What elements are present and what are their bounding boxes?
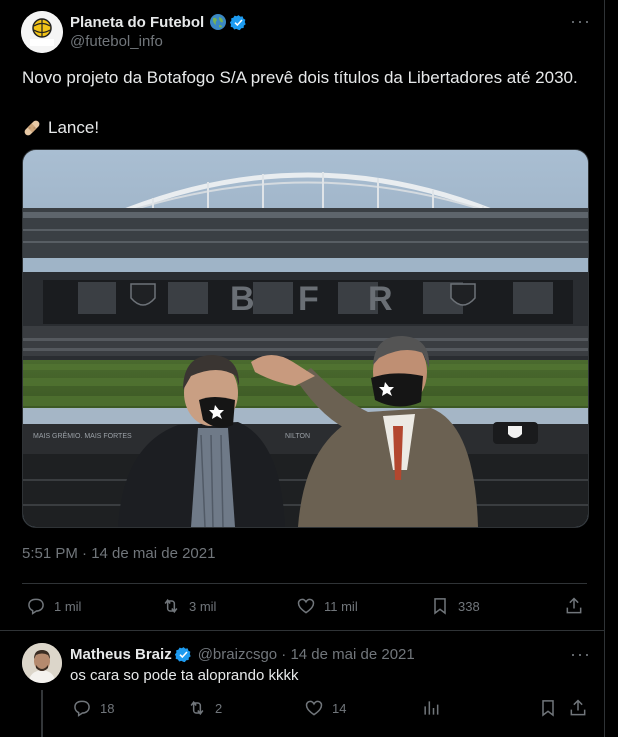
reply-button[interactable]: 1 mil: [26, 596, 81, 616]
retweet-icon: [190, 700, 204, 716]
reply-icon: [28, 598, 44, 615]
reply-views-button[interactable]: [421, 698, 441, 718]
bookmark-icon: [434, 598, 446, 615]
tweet-image[interactable]: B F R MAIS GRÊMIO. MAIS FORTES NILTON: [22, 149, 589, 528]
reply-share-button[interactable]: [568, 698, 588, 718]
verified-badge-icon: [174, 647, 191, 663]
reply-retweet-button[interactable]: 2: [187, 698, 222, 718]
heart-icon: [297, 598, 315, 614]
reply-icon: [74, 700, 90, 717]
stadium-letter-f: F: [298, 280, 319, 318]
divider: [22, 583, 587, 584]
like-count: 11 mil: [324, 598, 358, 614]
tweet-timestamp[interactable]: 5:51 PM · 14 de mai de 2021: [22, 545, 215, 562]
board-sign-left: MAIS GRÊMIO. MAIS FORTES: [33, 431, 132, 440]
thread-line: [41, 690, 43, 737]
retweet-icon: [164, 598, 178, 614]
share-icon: [566, 597, 582, 614]
globe-icon: [209, 13, 227, 31]
views-chart-icon: [424, 701, 439, 715]
like-button[interactable]: 11 mil: [296, 596, 358, 616]
reply-count: 1 mil: [54, 598, 82, 614]
bookmark-button[interactable]: 338: [430, 596, 480, 616]
reply-reply-button[interactable]: 18: [72, 698, 114, 718]
reply-like-count: 14: [332, 700, 347, 716]
stadium-letter-r: R: [368, 280, 393, 318]
verified-badge-icon: [230, 14, 246, 30]
stadium-photo: B F R MAIS GRÊMIO. MAIS FORTES NILTON: [23, 150, 588, 527]
divider: [0, 630, 604, 631]
reply-text: os cara so pode ta aloprando kkkk: [70, 667, 299, 684]
reply-author-name[interactable]: Matheus Braiz: [70, 646, 172, 663]
stadium-letter-b: B: [230, 280, 255, 318]
more-options-icon[interactable]: ···: [570, 12, 591, 30]
board-sign-right: NILTON: [285, 433, 310, 440]
reply-handle-date[interactable]: @braizcsgo · 14 de mai de 2021: [198, 646, 415, 663]
reply-bookmark-button[interactable]: [538, 698, 558, 718]
reply-avatar-photo: [22, 643, 62, 683]
bookmark-count: 338: [458, 598, 480, 614]
tweet-source-text: Lance!: [48, 118, 100, 137]
bookmark-icon: [542, 700, 554, 717]
retweet-button[interactable]: 3 mil: [161, 596, 216, 616]
heart-icon: [305, 700, 323, 716]
planeta-logo-icon: [21, 11, 63, 53]
tweet-text: Novo projeto da Botafogo S/A prevê dois …: [22, 68, 578, 87]
reply-like-button[interactable]: 14: [304, 698, 346, 718]
reply-author-avatar[interactable]: [22, 643, 62, 683]
author-avatar[interactable]: [21, 11, 63, 53]
retweet-count: 3 mil: [189, 598, 217, 614]
share-icon: [570, 699, 586, 716]
reply-more-options-icon[interactable]: ···: [570, 645, 591, 663]
author-handle[interactable]: @futebol_info: [70, 33, 163, 50]
bandage-icon: [22, 118, 42, 138]
reply-retweet-count: 2: [215, 700, 223, 716]
author-name[interactable]: Planeta do Futebol: [70, 14, 204, 31]
reply-reply-count: 18: [100, 700, 115, 716]
share-button[interactable]: [564, 596, 584, 616]
